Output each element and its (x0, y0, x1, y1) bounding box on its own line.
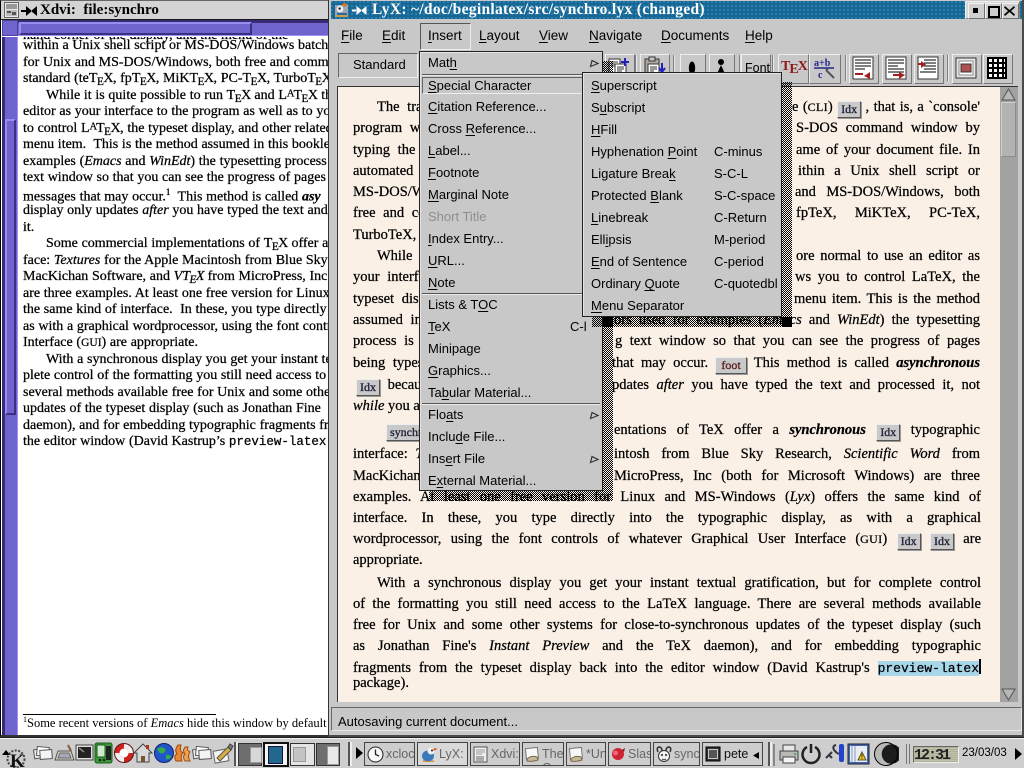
svg-text:K: K (10, 751, 25, 768)
svg-text:!: ! (861, 754, 863, 761)
svg-text:c: c (818, 70, 823, 81)
